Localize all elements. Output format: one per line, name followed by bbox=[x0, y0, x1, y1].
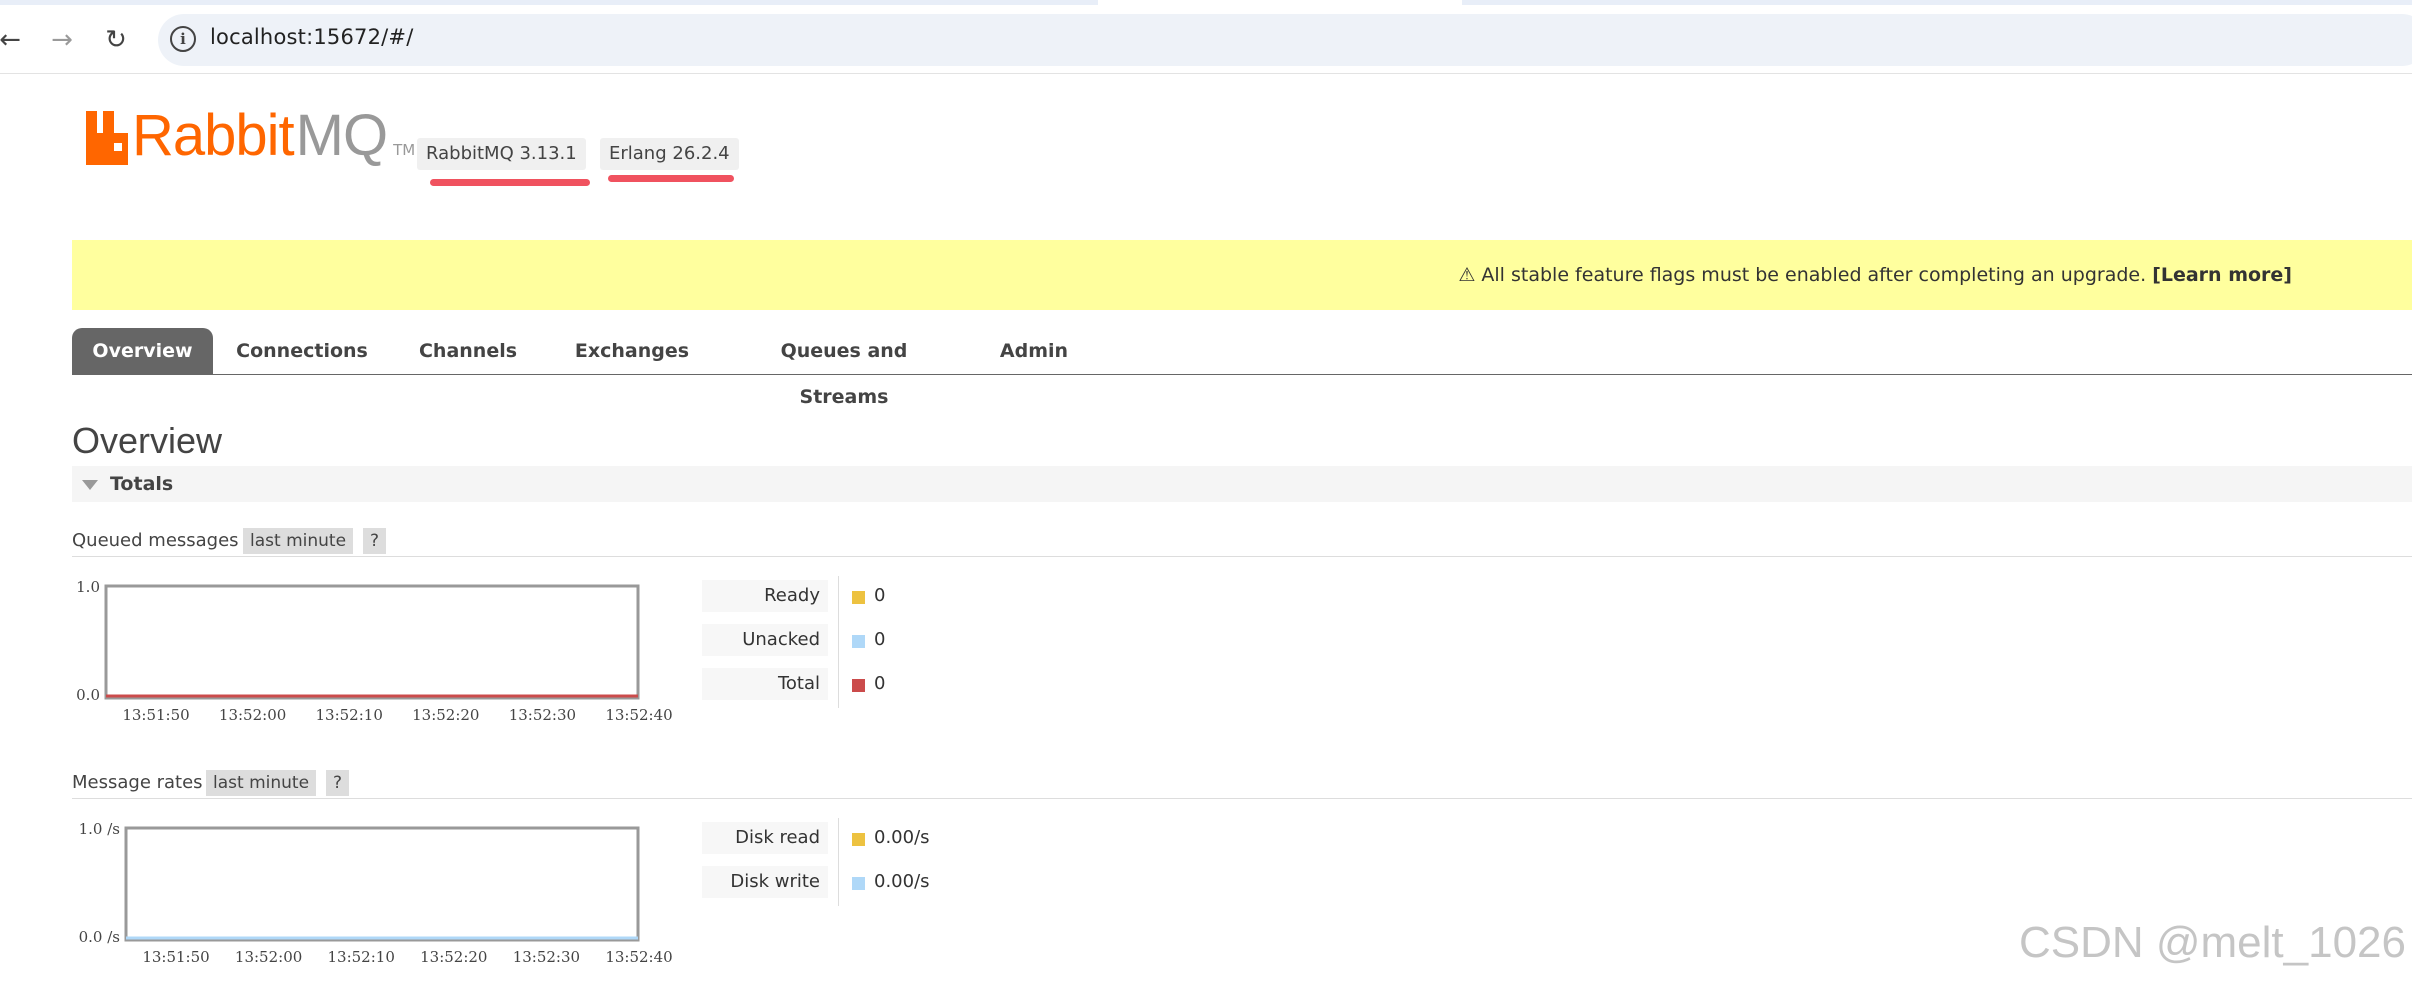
legend-divider bbox=[838, 576, 839, 708]
plot-area bbox=[104, 584, 640, 700]
x-tick-label: 13:51:50 bbox=[142, 948, 209, 964]
y-tick-label: 0.0 bbox=[76, 686, 100, 704]
stat-value: 0.00/s bbox=[874, 871, 930, 892]
erlang-version-badge: Erlang 26.2.4 bbox=[600, 138, 739, 170]
y-tick-label: 1.0 /s bbox=[79, 820, 120, 838]
x-tick-label: 13:52:40 bbox=[605, 706, 672, 722]
annotation-underline bbox=[430, 179, 590, 186]
banner-message: All stable feature flags must be enabled… bbox=[1481, 264, 2147, 286]
tab-admin[interactable]: Admin bbox=[984, 328, 1084, 374]
help-button[interactable]: ? bbox=[326, 770, 350, 796]
legend-divider bbox=[838, 818, 839, 906]
stat-value: 0 bbox=[874, 673, 886, 694]
stat-value: 0 bbox=[874, 585, 886, 606]
x-tick-label: 13:52:00 bbox=[235, 948, 302, 964]
x-tick-label: 13:52:30 bbox=[513, 948, 580, 964]
tab-connections[interactable]: Connections bbox=[232, 328, 372, 374]
address-bar[interactable]: i localhost:15672/#/ bbox=[158, 14, 2412, 66]
stat-label: Disk write bbox=[702, 866, 828, 898]
feature-flags-warning-banner: ⚠ All stable feature flags must be enabl… bbox=[72, 240, 2412, 310]
reload-icon[interactable]: ↻ bbox=[96, 20, 136, 60]
totals-section-header[interactable]: Totals bbox=[72, 466, 2412, 502]
help-button[interactable]: ? bbox=[363, 528, 387, 554]
logo-wordmark: RabbitMQ bbox=[132, 103, 388, 168]
range-selector[interactable]: last minute bbox=[206, 770, 317, 796]
rabbitmq-logo-icon bbox=[86, 111, 128, 165]
arrow-left-icon[interactable]: ← bbox=[0, 20, 30, 60]
stat-label: Total bbox=[702, 668, 828, 700]
info-icon[interactable]: i bbox=[170, 26, 196, 52]
message-rates-label: Message rates bbox=[72, 772, 203, 793]
legend-swatch bbox=[852, 877, 865, 890]
queued-messages-header: Queued messages last minute ? bbox=[72, 528, 2412, 557]
x-tick-label: 13:51:50 bbox=[122, 706, 189, 722]
x-tick-label: 13:52:10 bbox=[316, 706, 383, 722]
browser-toolbar: ← → ↻ i localhost:15672/#/ bbox=[0, 5, 2412, 74]
rabbitmq-logo[interactable]: RabbitMQ TM bbox=[86, 105, 415, 165]
plot-area bbox=[124, 826, 640, 942]
message-rates-header: Message rates last minute ? bbox=[72, 770, 2412, 799]
annotation-underline bbox=[608, 175, 734, 182]
section-title: Totals bbox=[110, 473, 174, 495]
logo-trademark: TM bbox=[393, 141, 416, 159]
page-title: Overview bbox=[72, 420, 223, 461]
learn-more-link[interactable]: [Learn more] bbox=[2152, 264, 2292, 286]
legend-swatch bbox=[852, 591, 865, 604]
legend-swatch bbox=[852, 833, 865, 846]
banner-text: ⚠ All stable feature flags must be enabl… bbox=[1458, 240, 2292, 310]
x-tick-label: 13:52:30 bbox=[509, 706, 576, 722]
tab-exchanges[interactable]: Exchanges bbox=[562, 328, 702, 374]
tab-overview[interactable]: Overview bbox=[72, 328, 213, 374]
tab-channels[interactable]: Channels bbox=[408, 328, 528, 374]
x-tick-label: 13:52:10 bbox=[328, 948, 395, 964]
tab-queues-and-streams[interactable]: Queues and Streams bbox=[734, 328, 954, 408]
stat-label: Disk read bbox=[702, 822, 828, 854]
x-tick-label: 13:52:40 bbox=[605, 948, 672, 964]
stat-value: 0 bbox=[874, 629, 886, 650]
arrow-right-icon[interactable]: → bbox=[42, 20, 82, 60]
main-tab-bar: Overview Connections Channels Exchanges … bbox=[72, 328, 2412, 408]
url-text[interactable]: localhost:15672/#/ bbox=[210, 25, 414, 49]
queued-messages-chart: 1.0 0.0 13:51:50 13:52:00 13:52:10 13:52:20 13… bbox=[76, 578, 673, 722]
legend-swatch bbox=[852, 679, 865, 692]
x-tick-label: 13:52:00 bbox=[219, 706, 286, 722]
warning-icon: ⚠ bbox=[1458, 264, 1476, 286]
message-rates-chart: 1.0 /s 0.0 /s 13:51:50 13:52:00 13:52:10 13:5… bbox=[79, 820, 673, 964]
x-tick-label: 13:52:20 bbox=[412, 706, 479, 722]
stat-value: 0.00/s bbox=[874, 827, 930, 848]
rabbitmq-version-badge: RabbitMQ 3.13.1 bbox=[417, 138, 586, 170]
collapse-triangle-icon[interactable] bbox=[82, 480, 98, 490]
legend-swatch bbox=[852, 635, 865, 648]
y-tick-label: 1.0 bbox=[76, 578, 100, 596]
stat-label: Ready bbox=[702, 580, 828, 612]
stat-label: Unacked bbox=[702, 624, 828, 656]
x-tick-label: 13:52:20 bbox=[420, 948, 487, 964]
watermark: CSDN @melt_1026 bbox=[2018, 918, 2406, 967]
y-tick-label: 0.0 /s bbox=[79, 928, 120, 946]
range-selector[interactable]: last minute bbox=[243, 528, 354, 554]
queued-messages-label: Queued messages bbox=[72, 530, 239, 551]
